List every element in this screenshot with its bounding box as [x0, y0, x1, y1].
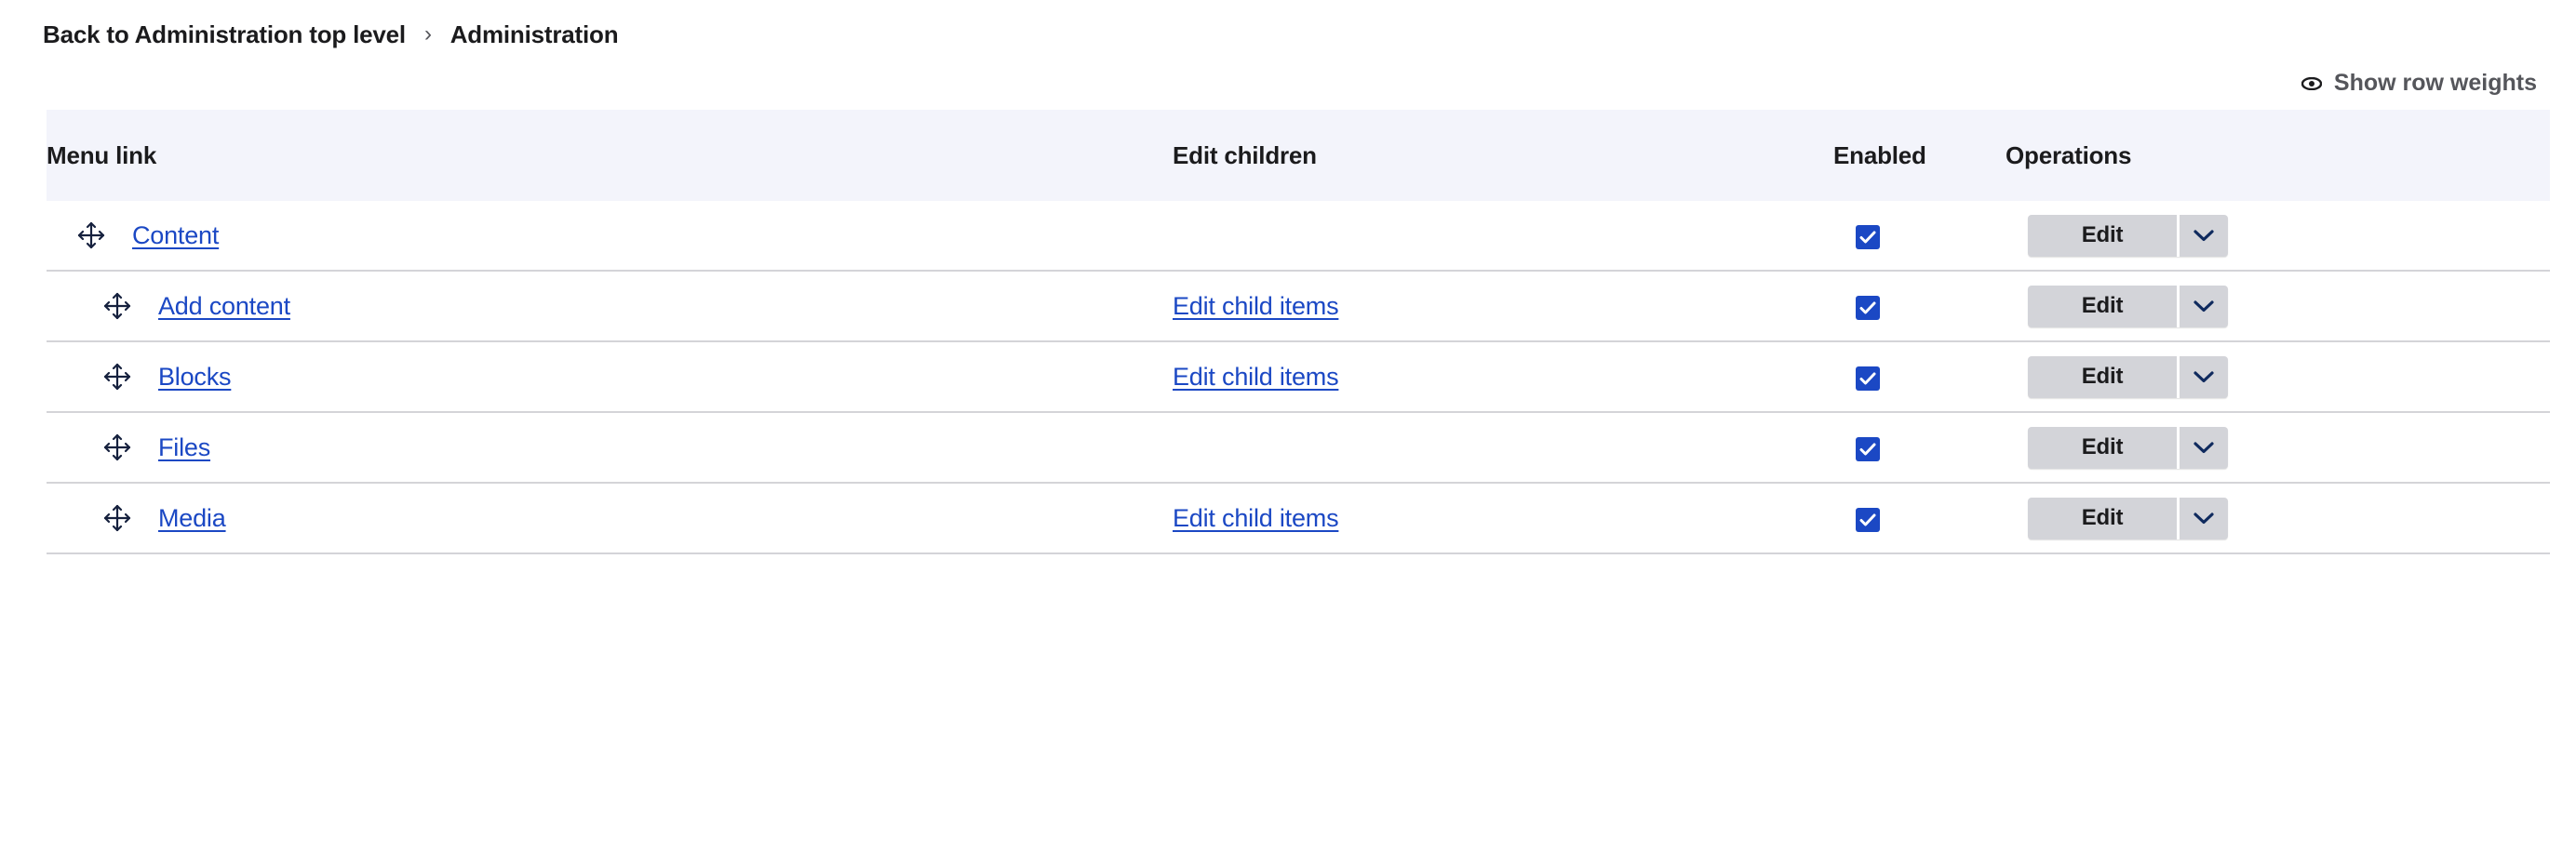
- table-header-row: Menu link Edit children Enabled Operatio…: [47, 110, 2550, 201]
- cell-operations: Edit: [2006, 201, 2550, 272]
- menu-link-wrapper: Media: [47, 500, 1173, 536]
- table-row: Blocks Edit child items Edit: [47, 341, 2550, 413]
- edit-button[interactable]: Edit: [2028, 215, 2177, 257]
- table-row: Add content Edit child items Edit: [47, 271, 2550, 342]
- cell-edit-children: [1173, 201, 1833, 272]
- breadcrumb: Back to Administration top level › Admin…: [0, 0, 2576, 49]
- menu-link-wrapper: Files: [47, 430, 1173, 465]
- breadcrumb-separator-icon: ›: [423, 20, 432, 47]
- chevron-down-icon[interactable]: [2177, 285, 2228, 327]
- operations-dropbutton: Edit: [2028, 214, 2228, 257]
- cell-enabled: [1833, 483, 2006, 554]
- menu-links-table: Menu link Edit children Enabled Operatio…: [47, 110, 2550, 554]
- enabled-checkbox[interactable]: [1856, 224, 1880, 249]
- cell-edit-children: Edit child items: [1173, 271, 1833, 342]
- cell-enabled: [1833, 341, 2006, 413]
- menu-link-wrapper: Add content: [47, 288, 1173, 324]
- move-arrows-icon[interactable]: [74, 218, 109, 253]
- cell-enabled: [1833, 201, 2006, 272]
- cell-edit-children: Edit child items: [1173, 483, 1833, 554]
- edit-child-items-link[interactable]: Edit child items: [1173, 504, 1339, 532]
- cell-menu-link: Content: [47, 201, 1173, 272]
- menu-link-wrapper: Content: [47, 218, 1173, 253]
- cell-operations: Edit: [2006, 483, 2550, 554]
- operations-dropbutton: Edit: [2028, 285, 2228, 327]
- edit-child-items-link[interactable]: Edit child items: [1173, 292, 1339, 320]
- eye-icon: [2301, 76, 2322, 90]
- breadcrumb-item-back-to-administration-top-level[interactable]: Back to Administration top level: [43, 20, 406, 49]
- cell-enabled: [1833, 412, 2006, 484]
- show-row-weights-label: Show row weights: [2333, 70, 2537, 96]
- breadcrumb-item-administration: Administration: [449, 20, 619, 48]
- column-header-edit-children: Edit children: [1173, 140, 1317, 169]
- move-arrows-icon[interactable]: [100, 359, 135, 394]
- menu-link-media[interactable]: Media: [158, 504, 226, 533]
- edit-button[interactable]: Edit: [2028, 427, 2177, 469]
- cell-operations: Edit: [2006, 341, 2550, 413]
- menu-link-blocks[interactable]: Blocks: [158, 363, 232, 392]
- edit-child-items-link[interactable]: Edit child items: [1173, 363, 1339, 391]
- chevron-down-icon[interactable]: [2177, 497, 2228, 539]
- table-row: Files Edit: [47, 412, 2550, 484]
- edit-button[interactable]: Edit: [2028, 286, 2177, 327]
- cell-operations: Edit: [2006, 271, 2550, 342]
- edit-button[interactable]: Edit: [2028, 498, 2177, 539]
- move-arrows-icon[interactable]: [100, 430, 135, 465]
- menu-link-wrapper: Blocks: [47, 359, 1173, 394]
- table-header: Menu link Edit children Enabled Operatio…: [47, 110, 2550, 201]
- enabled-checkbox[interactable]: [1856, 295, 1880, 320]
- cell-menu-link: Add content: [47, 271, 1173, 342]
- move-arrows-icon[interactable]: [100, 500, 135, 536]
- cell-enabled: [1833, 271, 2006, 342]
- operations-dropbutton: Edit: [2028, 497, 2228, 539]
- enabled-checkbox[interactable]: [1856, 436, 1880, 461]
- edit-button[interactable]: Edit: [2028, 356, 2177, 398]
- enabled-checkbox[interactable]: [1856, 366, 1880, 391]
- table-body: Content Edit Add content Edit child item…: [47, 201, 2550, 554]
- show-row-weights-link[interactable]: Show row weights: [2301, 70, 2537, 97]
- operations-dropbutton: Edit: [2028, 355, 2228, 398]
- menu-link-files[interactable]: Files: [158, 433, 210, 462]
- menu-table-container: Menu link Edit children Enabled Operatio…: [0, 97, 2576, 554]
- column-header-enabled: Enabled: [1833, 140, 1926, 169]
- cell-edit-children: Edit child items: [1173, 341, 1833, 413]
- row-weights-toolbar: Show row weights: [0, 49, 2576, 97]
- table-row: Media Edit child items Edit: [47, 483, 2550, 554]
- column-header-operations: Operations: [2006, 140, 2132, 169]
- chevron-down-icon[interactable]: [2177, 426, 2228, 469]
- enabled-checkbox[interactable]: [1856, 507, 1880, 532]
- chevron-down-icon[interactable]: [2177, 355, 2228, 398]
- move-arrows-icon[interactable]: [100, 288, 135, 324]
- cell-menu-link: Files: [47, 412, 1173, 484]
- table-row: Content Edit: [47, 201, 2550, 272]
- menu-link-add-content[interactable]: Add content: [158, 292, 290, 321]
- operations-dropbutton: Edit: [2028, 426, 2228, 469]
- column-header-menu-link: Menu link: [47, 140, 157, 169]
- chevron-down-icon[interactable]: [2177, 214, 2228, 257]
- cell-edit-children: [1173, 412, 1833, 484]
- cell-operations: Edit: [2006, 412, 2550, 484]
- cell-menu-link: Blocks: [47, 341, 1173, 413]
- cell-menu-link: Media: [47, 483, 1173, 554]
- menu-link-content[interactable]: Content: [132, 221, 219, 250]
